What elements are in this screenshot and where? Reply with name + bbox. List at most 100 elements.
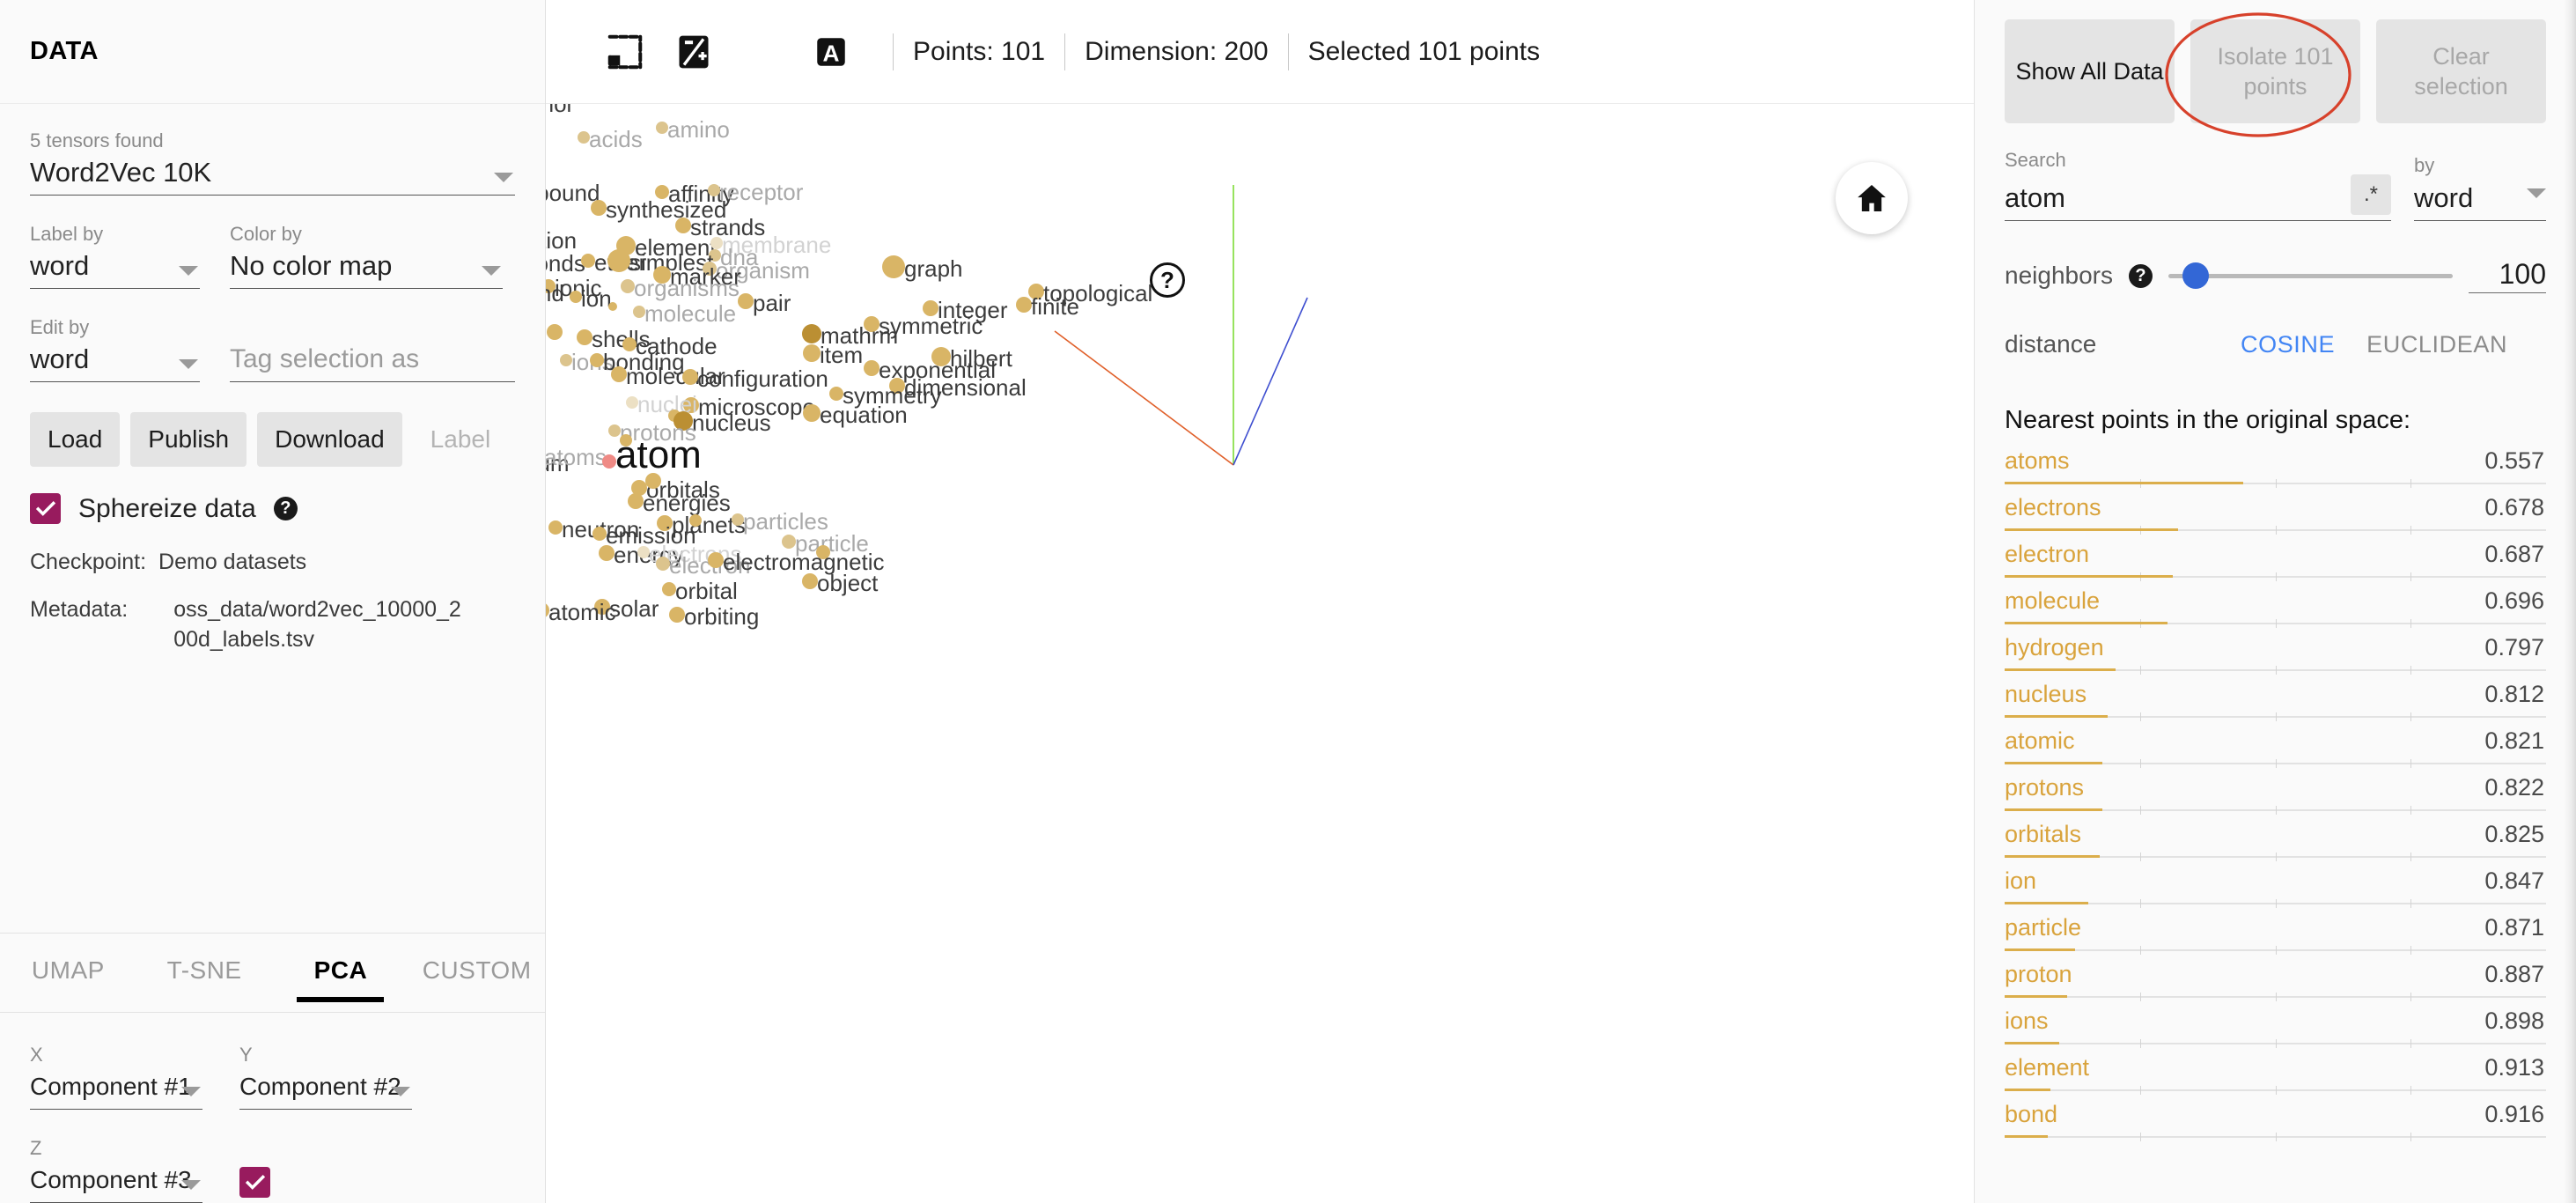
slider-thumb[interactable]	[2182, 262, 2209, 289]
clear-selection-button[interactable]: Clear selection	[2376, 19, 2546, 123]
labels-icon[interactable]: A	[805, 26, 857, 78]
download-button[interactable]: Download	[257, 412, 402, 467]
scatter-point[interactable]	[645, 473, 661, 489]
scatter-point[interactable]	[708, 184, 720, 196]
scatter-point[interactable]	[682, 369, 698, 385]
nearest-point-row[interactable]: atomic 0.821	[2005, 724, 2546, 771]
nearest-point-word[interactable]: particle	[2005, 914, 2081, 941]
scatter-point[interactable]	[803, 344, 821, 362]
scatter-point[interactable]	[633, 306, 645, 318]
scatter-point[interactable]	[1016, 297, 1032, 313]
nearest-point-word[interactable]: atomic	[2005, 727, 2075, 755]
help-icon[interactable]: ?	[2128, 263, 2153, 288]
tab-custom[interactable]: CUSTOM	[408, 956, 545, 1002]
scatter-point[interactable]	[581, 254, 595, 268]
scatter-point[interactable]	[656, 122, 668, 134]
sphereize-checkbox[interactable]	[30, 493, 61, 524]
nearest-point-word[interactable]: orbitals	[2005, 821, 2081, 848]
scatter-plot[interactable]: ? atom	[546, 104, 1974, 1203]
nearest-point-word[interactable]: nucleus	[2005, 681, 2087, 708]
distance-cosine-option[interactable]: COSINE	[2241, 331, 2335, 358]
nearest-point-row[interactable]: bond 0.916	[2005, 1097, 2546, 1144]
load-button[interactable]: Load	[30, 412, 121, 467]
scatter-point[interactable]	[864, 360, 880, 376]
inspector-scrollbar[interactable]	[2564, 0, 2576, 1203]
pca-z-select[interactable]: Component #3	[30, 1162, 202, 1203]
nearest-point-word[interactable]: atoms	[2005, 447, 2070, 475]
scatter-point[interactable]	[611, 366, 627, 382]
edit-by-select[interactable]: word	[30, 342, 200, 382]
tag-selection-input[interactable]: Tag selection as	[230, 342, 515, 382]
show-all-data-button[interactable]: Show All Data	[2005, 19, 2175, 123]
scatter-point[interactable]	[732, 513, 744, 526]
nearest-point-row[interactable]: electrons 0.678	[2005, 491, 2546, 537]
nearest-point-word[interactable]: proton	[2005, 961, 2072, 988]
scatter-point[interactable]	[782, 535, 796, 549]
select-box-icon[interactable]	[599, 26, 651, 78]
scatter-point[interactable]	[591, 200, 607, 216]
nearest-point-word[interactable]: protons	[2005, 774, 2084, 801]
scatter-point[interactable]	[882, 255, 905, 278]
nearest-point-word[interactable]: bond	[2005, 1101, 2057, 1128]
pca-y-select[interactable]: Component #2	[239, 1069, 412, 1110]
regex-toggle-button[interactable]: .*	[2351, 174, 2391, 215]
scatter-point[interactable]	[592, 527, 607, 541]
nearest-point-word[interactable]: molecule	[2005, 587, 2100, 615]
nearest-point-row[interactable]: orbitals 0.825	[2005, 817, 2546, 864]
label-button[interactable]: Label	[413, 412, 509, 467]
scatter-point[interactable]	[675, 218, 691, 233]
scatter-point[interactable]	[628, 493, 644, 509]
nearest-point-row[interactable]: protons 0.822	[2005, 771, 2546, 817]
scatter-point[interactable]	[578, 131, 590, 144]
tab-tsne[interactable]: T-SNE	[136, 956, 273, 1002]
nearest-point-row[interactable]: nucleus 0.812	[2005, 677, 2546, 724]
tab-pca[interactable]: PCA	[273, 956, 409, 1002]
scatter-point[interactable]	[669, 607, 685, 623]
scatter-point[interactable]	[577, 329, 592, 345]
nearest-point-row[interactable]: ion 0.847	[2005, 864, 2546, 911]
nearest-point-word[interactable]: ion	[2005, 867, 2036, 895]
nearest-point-word[interactable]: ions	[2005, 1007, 2049, 1035]
nearest-point-row[interactable]: atoms 0.557	[2005, 444, 2546, 491]
scatter-point[interactable]	[637, 546, 650, 558]
scatter-point[interactable]	[803, 404, 821, 422]
scatter-point[interactable]	[590, 353, 604, 367]
nearest-point-word[interactable]: electron	[2005, 541, 2089, 568]
scatter-point[interactable]	[548, 520, 563, 535]
nearest-point-row[interactable]: ions 0.898	[2005, 1004, 2546, 1051]
scatter-point[interactable]	[608, 302, 617, 311]
scatter-point[interactable]	[656, 557, 670, 571]
nearest-point-row[interactable]: particle 0.871	[2005, 911, 2546, 957]
nearest-point-row[interactable]: proton 0.887	[2005, 957, 2546, 1004]
scatter-point[interactable]	[708, 552, 724, 568]
dataset-select[interactable]: Word2Vec 10K	[30, 155, 515, 196]
scatter-point[interactable]	[802, 324, 821, 343]
neighbors-slider[interactable]	[2168, 262, 2453, 289]
scatter-point[interactable]	[560, 354, 572, 366]
nearest-point-row[interactable]: hydrogen 0.797	[2005, 631, 2546, 677]
scatter-point[interactable]	[829, 387, 843, 401]
search-by-select[interactable]: word	[2414, 180, 2546, 221]
night-mode-icon[interactable]	[736, 26, 789, 78]
scatter-point[interactable]	[570, 291, 582, 303]
scatter-point[interactable]	[621, 279, 635, 293]
scatter-point[interactable]	[662, 582, 676, 596]
nearest-point-row[interactable]: molecule 0.696	[2005, 584, 2546, 631]
nearest-point-row[interactable]: electron 0.687	[2005, 537, 2546, 584]
publish-button[interactable]: Publish	[130, 412, 247, 467]
scatter-point[interactable]	[602, 454, 616, 469]
nearest-point-word[interactable]: electrons	[2005, 494, 2101, 521]
scatter-point[interactable]	[599, 545, 615, 561]
search-input[interactable]: atom .*	[2005, 174, 2391, 221]
edit-contrast-icon[interactable]	[667, 26, 720, 78]
pca-3d-checkbox[interactable]	[239, 1167, 270, 1198]
pca-x-select[interactable]: Component #1	[30, 1069, 202, 1110]
help-icon[interactable]: ?	[273, 497, 298, 520]
tab-umap[interactable]: UMAP	[0, 956, 136, 1002]
scatter-point[interactable]	[802, 573, 818, 589]
label-by-select[interactable]: word	[30, 248, 200, 289]
isolate-points-button[interactable]: Isolate 101 points	[2190, 19, 2360, 123]
nearest-point-row[interactable]: element 0.913	[2005, 1051, 2546, 1097]
sphereize-row[interactable]: Sphereize data ?	[30, 493, 515, 524]
scatter-point[interactable]	[626, 396, 638, 409]
